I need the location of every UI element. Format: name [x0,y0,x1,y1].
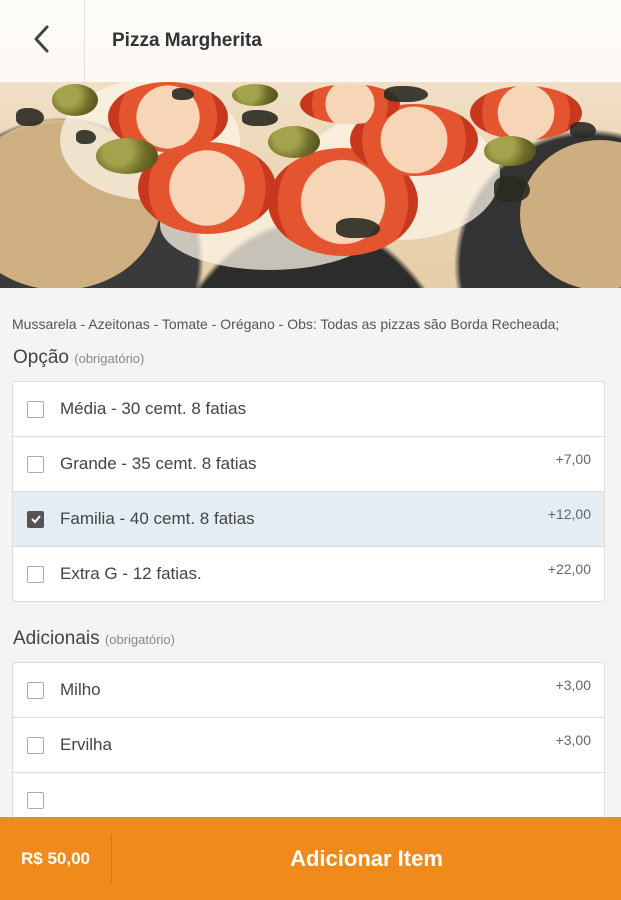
page-title: Pizza Margherita [112,30,262,51]
required-label: (obrigatório) [104,632,175,647]
product-details: Mussarela - Azeitonas - Tomate - Orégano… [0,288,621,828]
footer-bar: R$ 50,00 Adicionar Item [0,817,621,900]
product-description: Mussarela - Azeitonas - Tomate - Orégano… [12,316,560,332]
checkbox[interactable] [27,681,44,699]
addon-price: +3,00 [555,732,591,748]
add-item-button[interactable]: Adicionar Item [112,846,621,872]
top-bar: Pizza Margherita [0,0,621,82]
addons-section-title: Adicionais (obrigatório) [13,628,609,650]
chevron-left-icon [31,23,53,60]
option-section-title: Opção (obrigatório) [13,347,609,369]
option-price: +22,00 [547,561,591,577]
option-label: Familia - 40 cemt. 8 fatias [60,509,255,528]
option-item-selected[interactable]: Familia - 40 cemt. 8 fatias +12,00 [13,491,604,546]
product-image: Pizza Margherita [0,0,621,288]
option-item[interactable]: Média - 30 cemt. 8 fatias [13,382,604,436]
addon-item[interactable]: Milho +3,00 [13,663,604,717]
option-price: +12,00 [547,506,591,522]
order-total: R$ 50,00 [0,833,112,884]
addon-label: Ervilha [60,735,112,754]
addon-label: Milho [60,680,101,699]
addon-item[interactable]: Ervilha +3,00 [13,717,604,772]
checkbox[interactable] [27,736,44,754]
option-item[interactable]: Grande - 35 cemt. 8 fatias +7,00 [13,436,604,491]
addons-section-label: Adicionais [13,628,100,649]
back-button[interactable] [0,0,85,82]
checkbox-checked[interactable] [27,510,44,528]
option-price: +7,00 [555,451,591,467]
checkbox[interactable] [27,565,44,583]
checkbox[interactable] [27,791,44,809]
option-section-label: Opção [13,347,69,368]
option-item[interactable]: Extra G - 12 fatias. +22,00 [13,546,604,601]
checkbox[interactable] [27,455,44,473]
checkbox[interactable] [27,400,44,418]
option-label: Média - 30 cemt. 8 fatias [60,399,247,418]
option-label: Grande - 35 cemt. 8 fatias [60,454,257,473]
addon-price: +3,00 [555,677,591,693]
option-label: Extra G - 12 fatias. [60,564,202,583]
option-list: Média - 30 cemt. 8 fatias Grande - 35 ce… [12,381,605,602]
check-icon [30,515,41,524]
addons-list: Milho +3,00 Ervilha +3,00 [12,662,605,828]
required-label: (obrigatório) [74,351,145,366]
